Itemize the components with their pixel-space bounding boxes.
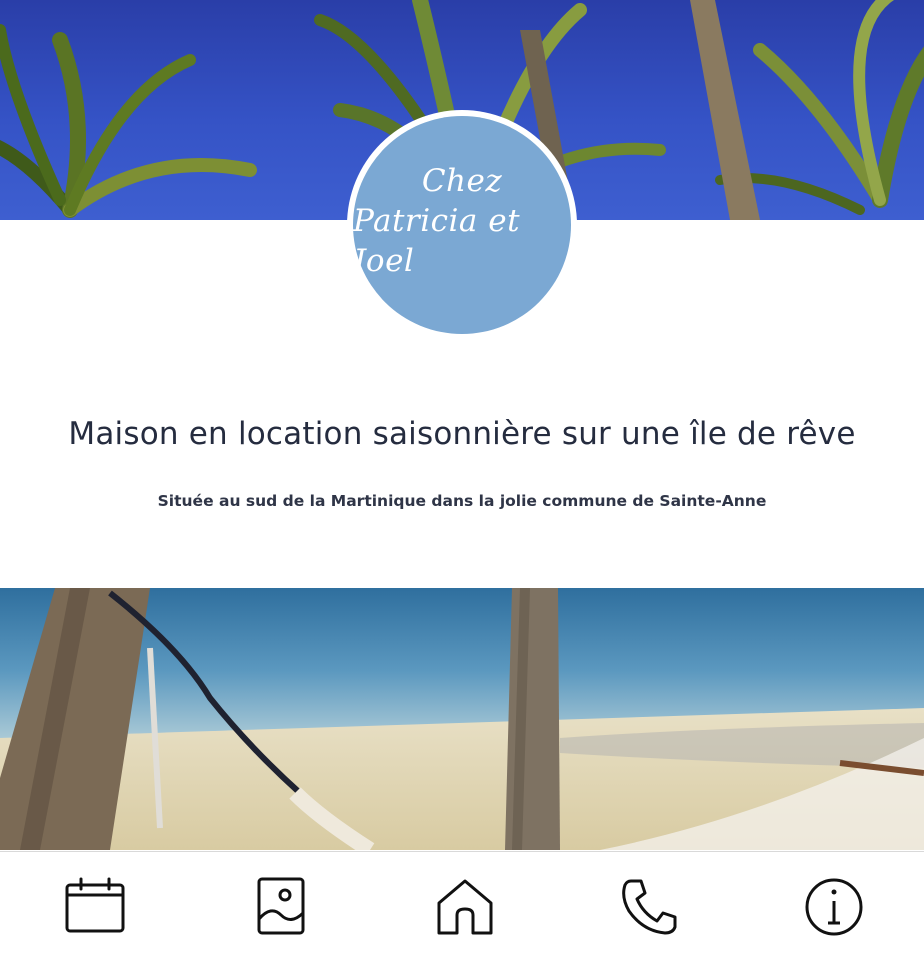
page-subline: Située au sud de la Martinique dans la j… bbox=[157, 492, 767, 510]
brand-logo[interactable]: Chez Patricia et Joel bbox=[353, 116, 571, 334]
bottom-tab-bar bbox=[0, 851, 924, 959]
gallery-icon bbox=[257, 877, 305, 935]
tab-gallery[interactable] bbox=[241, 872, 321, 942]
beach-hammock-image bbox=[0, 588, 924, 850]
beach-illustration bbox=[0, 588, 924, 850]
info-icon bbox=[805, 878, 863, 936]
phone-icon bbox=[622, 879, 677, 935]
home-icon bbox=[437, 879, 493, 935]
brand-line-2: Patricia et Joel bbox=[353, 203, 521, 279]
page-headline: Maison en location saisonnière sur une î… bbox=[68, 416, 856, 452]
calendar-icon bbox=[65, 877, 125, 933]
tab-info[interactable] bbox=[794, 872, 874, 942]
tab-home[interactable] bbox=[425, 872, 505, 942]
tab-calendar[interactable] bbox=[55, 872, 135, 942]
brand-line-1: Chez bbox=[421, 163, 503, 199]
tab-phone[interactable] bbox=[609, 872, 689, 942]
